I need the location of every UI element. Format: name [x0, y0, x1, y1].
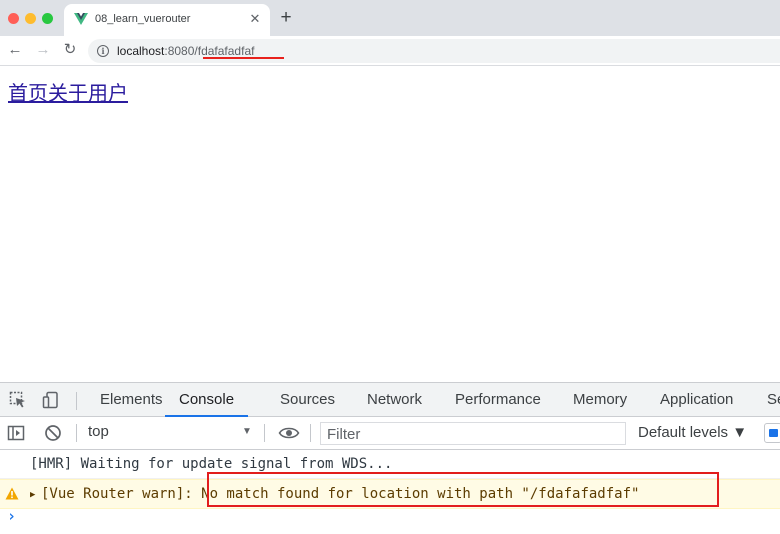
url-host: localhost	[117, 44, 165, 58]
warning-icon	[5, 487, 19, 500]
console-toolbar: top ▼ Filter Default levels ▼	[0, 417, 780, 450]
tab-title: 08_learn_vuerouter	[95, 13, 191, 25]
browser-toolbar: ← → ↻ i localhost:8080/fdafafadfaf	[0, 36, 780, 66]
tab-application[interactable]: Application	[660, 383, 733, 417]
filter-placeholder: Filter	[327, 426, 361, 443]
filter-input[interactable]: Filter	[320, 422, 626, 445]
annotation-highlight-box	[207, 472, 719, 507]
address-bar[interactable]: i localhost:8080/fdafafadfaf	[88, 39, 780, 63]
tab-console[interactable]: Console	[165, 383, 249, 417]
close-window-button[interactable]	[8, 13, 19, 24]
log-levels-dropdown[interactable]: Default levels ▼	[638, 424, 747, 441]
browser-tab[interactable]: 08_learn_vuerouter ✕	[64, 4, 270, 36]
new-tab-button[interactable]: +	[278, 8, 294, 28]
hmr-message-text: [HMR] Waiting for update signal from WDS…	[30, 456, 393, 472]
url-text[interactable]: localhost:8080/fdafafadfaf	[117, 44, 254, 58]
annotation-underline	[203, 57, 284, 59]
url-path: :8080/fdafafadfaf	[164, 44, 255, 58]
tab-network[interactable]: Network	[367, 383, 422, 417]
toolbar-divider	[310, 424, 311, 442]
tab-performance[interactable]: Performance	[455, 383, 541, 417]
show-sidebar-icon[interactable]	[7, 424, 25, 442]
back-button[interactable]: ←	[6, 41, 24, 59]
device-toolbar-icon[interactable]	[42, 391, 60, 409]
chevron-down-icon[interactable]: ▼	[242, 426, 252, 437]
toolbar-divider	[76, 424, 77, 442]
tab-elements[interactable]: Elements	[100, 383, 163, 417]
vue-logo-icon	[74, 13, 88, 25]
inspect-element-icon[interactable]	[9, 391, 27, 409]
devtools-tab-bar: Elements Console Sources Network Perform…	[0, 382, 780, 417]
reload-button[interactable]: ↻	[61, 41, 79, 59]
tab-sources[interactable]: Sources	[280, 383, 335, 417]
context-selector[interactable]: top	[88, 423, 109, 440]
issues-badge-icon[interactable]	[764, 423, 780, 443]
forward-button[interactable]: →	[34, 41, 52, 59]
console-prompt-icon[interactable]: ›	[7, 507, 16, 525]
clear-console-icon[interactable]	[44, 424, 62, 442]
close-tab-icon[interactable]: ✕	[247, 10, 263, 28]
expand-triangle-icon[interactable]: ▶	[30, 490, 35, 500]
toolbar-divider	[264, 424, 265, 442]
home-link[interactable]: 首页	[8, 81, 48, 105]
maximize-window-button[interactable]	[42, 13, 53, 24]
live-expression-eye-icon[interactable]	[278, 424, 300, 442]
tab-memory[interactable]: Memory	[573, 383, 627, 417]
router-links: 首页关于用户	[8, 77, 128, 106]
user-link[interactable]: 用户	[88, 81, 128, 105]
minimize-window-button[interactable]	[25, 13, 36, 24]
about-link[interactable]: 关于	[48, 81, 88, 105]
tab-bar: 08_learn_vuerouter ✕ +	[0, 0, 780, 36]
toolbar-divider	[76, 392, 77, 410]
info-icon[interactable]: i	[97, 45, 109, 57]
tab-security[interactable]: Se	[767, 383, 780, 417]
